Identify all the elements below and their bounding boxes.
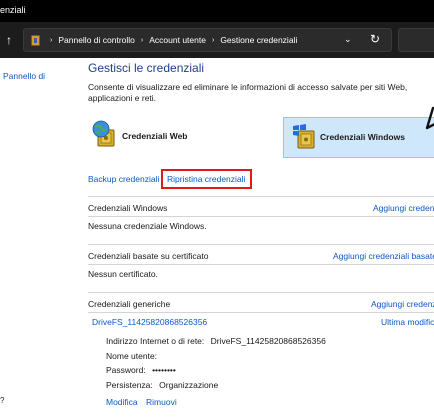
detail-label: Nome utente: — [106, 351, 158, 361]
breadcrumb: › Pannello di controllo › Account utente… — [50, 35, 297, 45]
windows-vault-icon — [293, 124, 315, 149]
detail-value: DriveFS_11425820868526356 — [210, 336, 326, 346]
address-row: ↑ › Pannello di controllo › Account uten… — [0, 22, 434, 58]
windows-credentials-label: Credenziali Windows — [320, 132, 405, 142]
chevron-right-icon[interactable]: › — [212, 37, 214, 44]
credential-entry-title[interactable]: DriveFS_114258208685263​56 — [92, 317, 207, 327]
refresh-icon[interactable]: ↻ — [370, 32, 380, 46]
section-label: Credenziali Windows — [88, 203, 168, 213]
control-panel-icon — [31, 35, 40, 46]
sidebar-help[interactable]: ? — [0, 396, 4, 405]
add-certificate-credential-link[interactable]: Aggiungi credenziali basate — [333, 251, 434, 261]
chevron-down-icon[interactable]: ⌄ — [344, 34, 352, 45]
sidebar-link-control-panel[interactable]: Pannello di — [3, 71, 45, 81]
web-credentials-label: Credenziali Web — [122, 131, 188, 141]
remove-link[interactable]: Rimuovi — [146, 397, 177, 407]
credential-entry-modified: Ultima modific — [381, 317, 434, 327]
divider — [88, 216, 434, 217]
windows-credentials-button[interactable]: Credenziali Windows — [283, 117, 434, 158]
up-arrow-icon[interactable]: ↑ — [2, 32, 16, 48]
divider — [88, 312, 434, 313]
detail-password: Password: •••••••• — [106, 365, 176, 375]
detail-username: Nome utente: — [106, 351, 161, 361]
annotation-arrow-icon — [425, 106, 434, 130]
search-input[interactable] — [398, 28, 434, 52]
section-label: Credenziali basate su certificato — [88, 251, 209, 261]
divider — [88, 244, 434, 245]
page-title: Gestisci le credenziali — [88, 61, 205, 75]
edit-link[interactable]: Modifica — [106, 397, 138, 407]
detail-address: Indirizzo Internet o di rete: DriveFS_11… — [106, 336, 326, 346]
address-bar[interactable]: › Pannello di controllo › Account utente… — [23, 28, 392, 52]
web-credentials-button[interactable]: Credenziali Web — [92, 120, 232, 156]
detail-label: Persistenza: — [106, 380, 153, 390]
detail-value: •••••••• — [152, 365, 176, 375]
breadcrumb-user-accounts[interactable]: Account utente — [149, 35, 206, 45]
divider — [88, 196, 434, 197]
chevron-right-icon[interactable]: › — [141, 37, 143, 44]
restore-highlight: Ripristina credenziali — [161, 169, 253, 189]
backup-restore-links: Backup credenziali Ripristina credenzial… — [88, 169, 253, 189]
add-generic-credential-link[interactable]: Aggiungi credenzi — [371, 299, 434, 309]
restore-credentials-link[interactable]: Ripristina credenziali — [167, 174, 245, 184]
detail-label: Password: — [106, 365, 146, 375]
chevron-right-icon[interactable]: › — [50, 37, 52, 44]
entry-actions: Modifica Rimuovi — [106, 397, 177, 407]
breadcrumb-credential-manager[interactable]: Gestione credenziali — [220, 35, 297, 45]
detail-persistence: Persistenza: Organizzazione — [106, 380, 218, 390]
detail-label: Indirizzo Internet o di rete: — [106, 336, 205, 346]
globe-vault-icon — [92, 120, 115, 147]
breadcrumb-control-panel[interactable]: Pannello di controllo — [58, 35, 135, 45]
backup-credentials-link[interactable]: Backup credenziali — [88, 174, 159, 184]
section-label: Credenziali generiche — [88, 299, 171, 309]
title-bar: enziali — [0, 0, 434, 22]
empty-message: Nessun certificato. — [88, 269, 158, 279]
page-description: Consente di visualizzare ed eliminare le… — [88, 82, 408, 103]
divider — [88, 264, 434, 265]
add-windows-credential-link[interactable]: Aggiungi credenzi — [373, 203, 434, 213]
window-title: enziali — [0, 5, 26, 15]
empty-message: Nessuna credenziale Windows. — [88, 221, 207, 231]
detail-value: Organizzazione — [159, 380, 219, 390]
divider — [88, 292, 434, 293]
